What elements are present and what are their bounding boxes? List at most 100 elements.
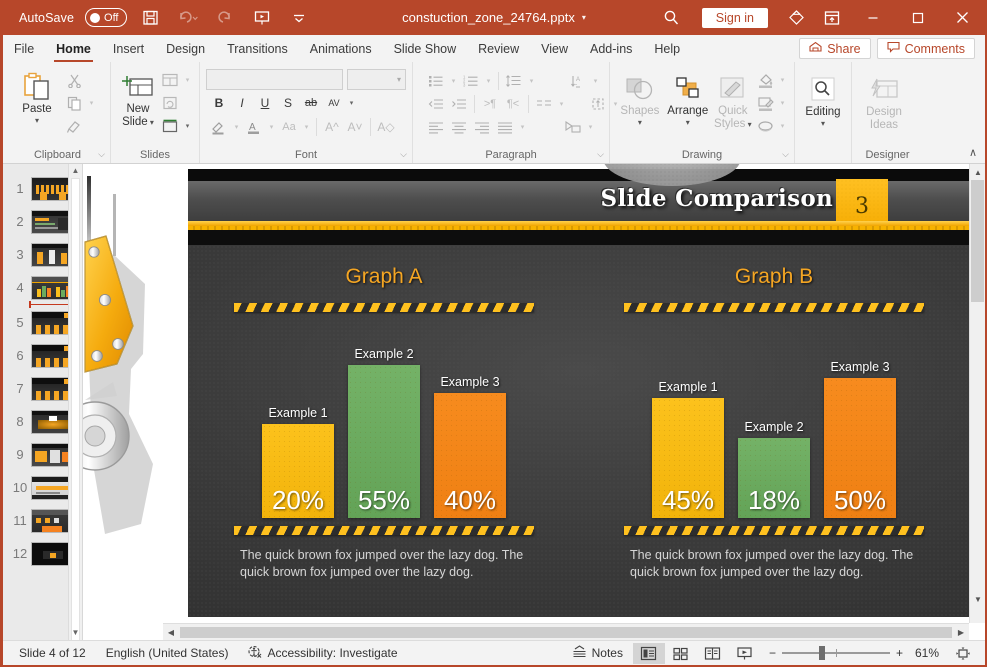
slide-vertical-scrollbar[interactable]: ▲ ▼ bbox=[969, 164, 985, 623]
decrease-indent-icon[interactable] bbox=[425, 93, 447, 115]
minimize-button[interactable] bbox=[850, 0, 895, 35]
shape-fill-icon[interactable] bbox=[754, 69, 776, 91]
chevron-down-icon[interactable]: ▾ bbox=[483, 77, 494, 85]
font-dialog-launcher[interactable]: ⌵ bbox=[400, 146, 407, 162]
graph-b-chart[interactable]: Example 1 45% Example 2 18% bbox=[624, 322, 924, 518]
chevron-down-icon[interactable]: ▾ bbox=[590, 77, 601, 85]
tab-view[interactable]: View bbox=[530, 35, 579, 62]
new-slide-button[interactable]: New Slide ▾ bbox=[117, 67, 159, 129]
close-button[interactable] bbox=[940, 0, 985, 35]
chevron-down-icon[interactable]: ▾ bbox=[638, 118, 642, 127]
chevron-down-icon[interactable]: ▾ bbox=[777, 99, 788, 107]
zoom-out-button[interactable]: − bbox=[769, 646, 776, 660]
accessibility-checker[interactable]: Accessibility: Investigate bbox=[238, 645, 407, 662]
graph-b-body-text[interactable]: The quick brown fox jumped over the lazy… bbox=[630, 547, 918, 581]
autosave-toggle[interactable]: Off bbox=[85, 8, 126, 27]
layout-icon[interactable] bbox=[159, 69, 181, 91]
tab-review[interactable]: Review bbox=[467, 35, 530, 62]
editing-button[interactable]: Editing ▾ bbox=[801, 70, 845, 128]
undo-icon[interactable] bbox=[175, 5, 201, 31]
graph-b-title[interactable]: Graph B bbox=[608, 265, 940, 289]
tab-transitions[interactable]: Transitions bbox=[216, 35, 299, 62]
vertical-scrollbar-thumb[interactable] bbox=[971, 180, 984, 302]
chevron-down-icon[interactable]: ▾ bbox=[686, 118, 690, 127]
sign-in-button[interactable]: Sign in bbox=[702, 8, 768, 28]
tab-design[interactable]: Design bbox=[155, 35, 216, 62]
share-button[interactable]: Share bbox=[799, 38, 870, 59]
chevron-down-icon[interactable]: ▾ bbox=[821, 119, 825, 128]
slide-horizontal-scrollbar[interactable]: ◀ ▶ bbox=[163, 623, 969, 640]
chevron-down-icon[interactable]: ▾ bbox=[35, 116, 39, 125]
bar[interactable]: 55% bbox=[348, 365, 420, 518]
office-diamond-icon[interactable] bbox=[778, 0, 814, 35]
paste-button[interactable]: Paste ▾ bbox=[11, 67, 63, 125]
chevron-down-icon[interactable]: ▾ bbox=[182, 76, 193, 84]
font-color-button[interactable]: A bbox=[243, 116, 265, 138]
comments-button[interactable]: Comments bbox=[877, 38, 975, 59]
line-spacing-icon[interactable] bbox=[503, 70, 525, 92]
arrange-button[interactable]: Arrange ▾ bbox=[664, 69, 712, 127]
tab-home[interactable]: Home bbox=[45, 35, 102, 62]
chevron-down-icon[interactable]: ▾ bbox=[148, 118, 154, 127]
quick-styles-button[interactable]: Quick Styles ▾ bbox=[712, 69, 754, 131]
slide-show-view-button[interactable] bbox=[729, 643, 761, 664]
increase-indent-icon[interactable] bbox=[448, 93, 470, 115]
section-icon[interactable] bbox=[159, 115, 181, 137]
bullets-icon[interactable] bbox=[425, 70, 447, 92]
chevron-down-icon[interactable]: ▾ bbox=[556, 100, 567, 108]
language-indicator[interactable]: English (United States) bbox=[96, 646, 239, 660]
chevron-down-icon[interactable]: ▾ bbox=[745, 120, 751, 129]
justify-icon[interactable] bbox=[494, 116, 516, 138]
tab-help[interactable]: Help bbox=[643, 35, 691, 62]
italic-button[interactable]: I bbox=[231, 92, 253, 114]
scroll-down-arrow-icon[interactable]: ▼ bbox=[970, 591, 985, 607]
slide-sorter-view-button[interactable] bbox=[665, 643, 697, 664]
increase-font-size-button[interactable]: A^ bbox=[321, 116, 343, 138]
zoom-level-label[interactable]: 61% bbox=[909, 646, 939, 660]
zoom-in-button[interactable]: + bbox=[896, 646, 903, 660]
maximize-button[interactable] bbox=[895, 0, 940, 35]
thumbnail-scrollbar[interactable]: ▲ ▼ bbox=[68, 164, 82, 640]
copy-icon[interactable] bbox=[63, 92, 85, 114]
clipboard-dialog-launcher[interactable]: ⌵ bbox=[98, 146, 105, 162]
text-highlight-icon[interactable] bbox=[208, 116, 230, 138]
change-case-button[interactable]: Aa bbox=[278, 116, 300, 138]
redo-icon[interactable] bbox=[212, 5, 238, 31]
bold-button[interactable]: B bbox=[208, 92, 230, 114]
reading-view-button[interactable] bbox=[697, 643, 729, 664]
sort-icon[interactable]: A bbox=[567, 70, 589, 92]
columns-icon[interactable] bbox=[533, 93, 555, 115]
ltr-text-direction-icon[interactable]: >¶ bbox=[479, 93, 501, 115]
font-name-input[interactable] bbox=[206, 69, 343, 90]
chevron-down-icon[interactable]: ▾ bbox=[301, 123, 312, 131]
align-left-icon[interactable] bbox=[425, 116, 447, 138]
graph-a-body-text[interactable]: The quick brown fox jumped over the lazy… bbox=[240, 547, 528, 581]
numbering-icon[interactable]: 123 bbox=[460, 70, 482, 92]
chevron-down-icon[interactable]: ▾ bbox=[526, 77, 537, 85]
design-ideas-button[interactable]: Design Ideas bbox=[858, 70, 910, 132]
align-right-icon[interactable] bbox=[471, 116, 493, 138]
tab-animations[interactable]: Animations bbox=[299, 35, 383, 62]
tab-add-ins[interactable]: Add-ins bbox=[579, 35, 643, 62]
scrollbar-thumb[interactable] bbox=[71, 178, 80, 640]
chevron-down-icon[interactable]: ▾ bbox=[585, 123, 596, 131]
zoom-slider[interactable] bbox=[782, 652, 890, 654]
customize-quick-access-icon[interactable] bbox=[286, 5, 312, 31]
tab-insert[interactable]: Insert bbox=[102, 35, 155, 62]
decrease-font-size-button[interactable]: A˅ bbox=[344, 116, 366, 138]
slide-content[interactable]: Slide Comparison 3 Graph A E bbox=[188, 169, 973, 617]
chevron-down-icon[interactable]: ▾ bbox=[266, 123, 277, 131]
shapes-button[interactable]: Shapes ▾ bbox=[616, 69, 664, 127]
scroll-up-arrow-icon[interactable]: ▲ bbox=[72, 164, 80, 178]
bar[interactable]: 20% bbox=[262, 424, 334, 518]
align-center-icon[interactable] bbox=[448, 116, 470, 138]
shape-effects-icon[interactable] bbox=[754, 115, 776, 137]
strikethrough-button[interactable]: ab bbox=[300, 92, 322, 114]
bar[interactable]: 18% bbox=[738, 438, 810, 518]
reset-icon[interactable] bbox=[159, 92, 181, 114]
bar[interactable]: 45% bbox=[652, 398, 724, 518]
tab-file[interactable]: File bbox=[3, 35, 45, 62]
convert-to-smartart-icon[interactable] bbox=[562, 116, 584, 138]
bar[interactable]: 40% bbox=[434, 393, 506, 518]
normal-view-button[interactable] bbox=[633, 643, 665, 664]
